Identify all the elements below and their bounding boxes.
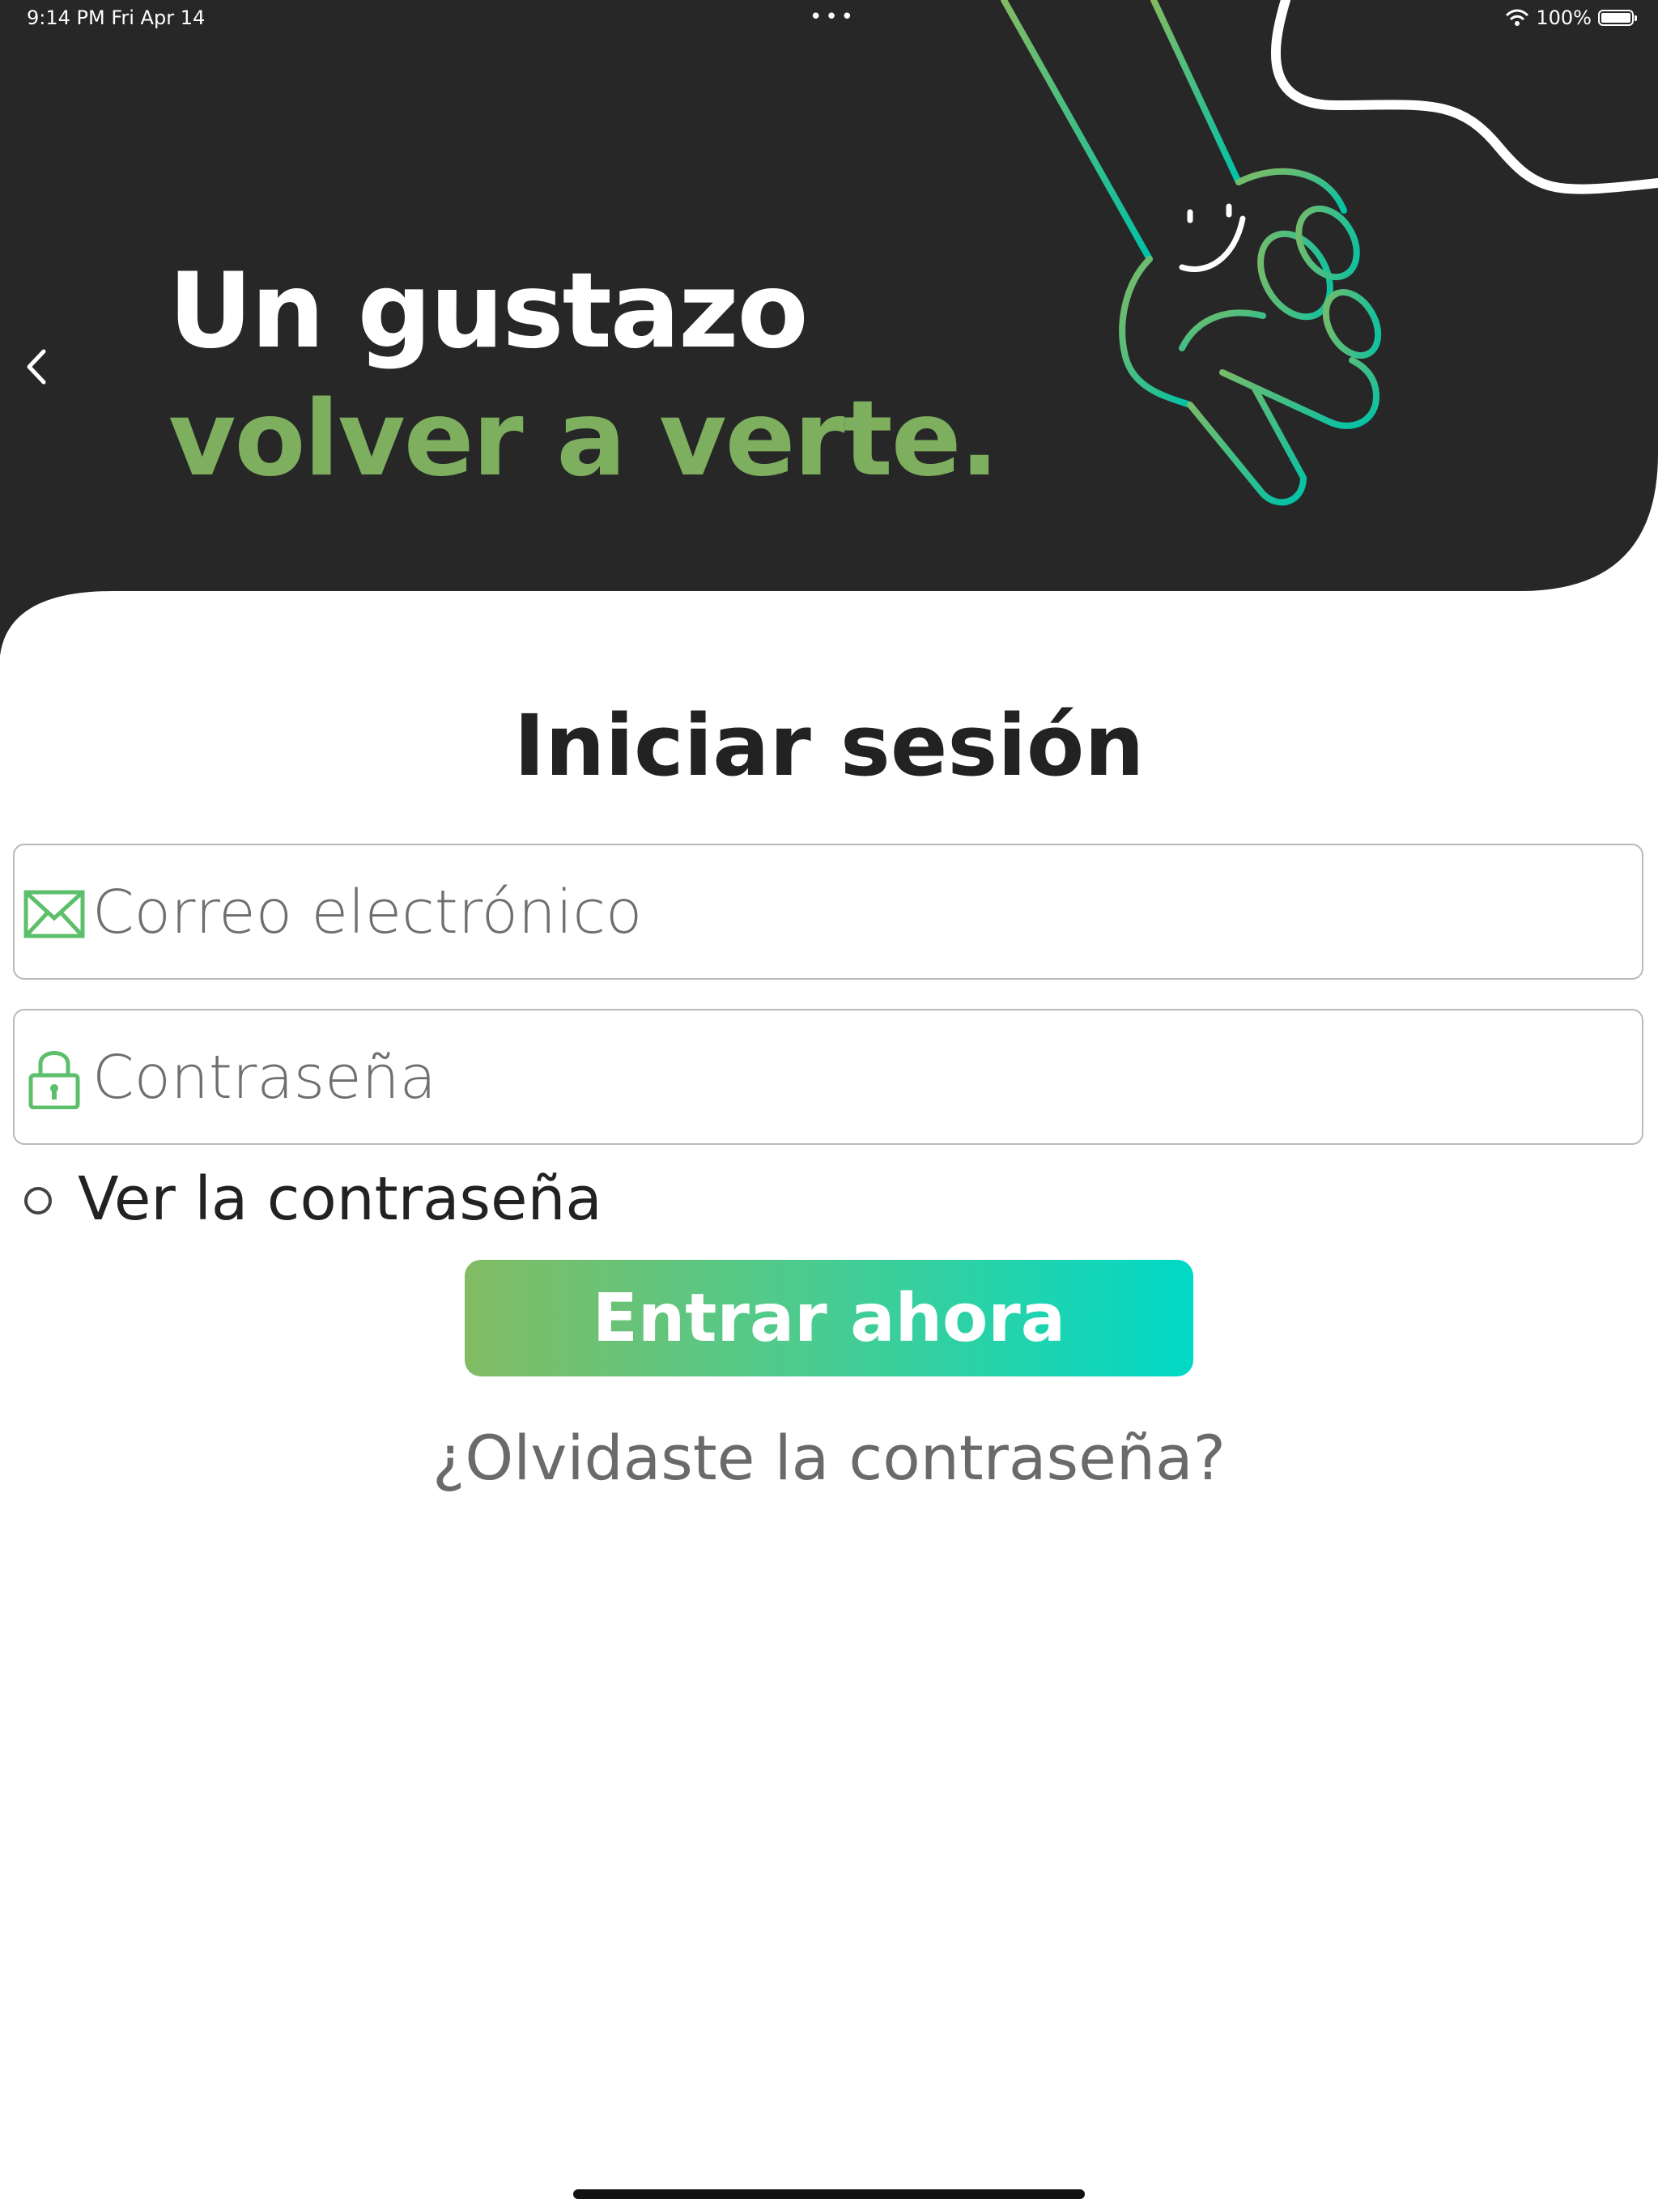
show-password-label[interactable]: Ver la contraseña (78, 1164, 602, 1234)
status-right: 100% (1505, 6, 1637, 29)
envelope-icon (23, 890, 85, 938)
login-button[interactable]: Entrar ahora (465, 1260, 1193, 1376)
hero-line-2: volver a verte. (168, 379, 999, 500)
chevron-left-icon (27, 349, 46, 385)
page-title: Iniciar sesión (513, 696, 1145, 795)
wifi-icon (1506, 9, 1529, 26)
email-field[interactable]: Correo electrónico (13, 844, 1643, 980)
hero-line-1: Un gustazo (168, 251, 809, 372)
header-banner: 9:14 PM Fri Apr 14 ••• 100% Un gustazo v… (0, 0, 1658, 656)
status-bar: 9:14 PM Fri Apr 14 ••• 100% (0, 0, 1658, 39)
home-indicator[interactable] (573, 2189, 1085, 2199)
email-placeholder: Correo electrónico (92, 878, 643, 947)
password-field[interactable]: Contraseña (13, 1009, 1643, 1145)
forgot-password-link[interactable]: ¿Olvidaste la contraseña? (0, 1422, 1658, 1494)
password-placeholder: Contraseña (92, 1043, 436, 1112)
back-button[interactable] (21, 347, 53, 387)
show-password-radio[interactable] (24, 1187, 52, 1214)
lock-icon (28, 1051, 80, 1109)
battery-icon (1598, 10, 1637, 26)
multitask-dots[interactable]: ••• (810, 6, 857, 28)
status-time: 9:14 PM Fri Apr 14 (27, 6, 206, 29)
battery-percent: 100% (1536, 6, 1592, 29)
